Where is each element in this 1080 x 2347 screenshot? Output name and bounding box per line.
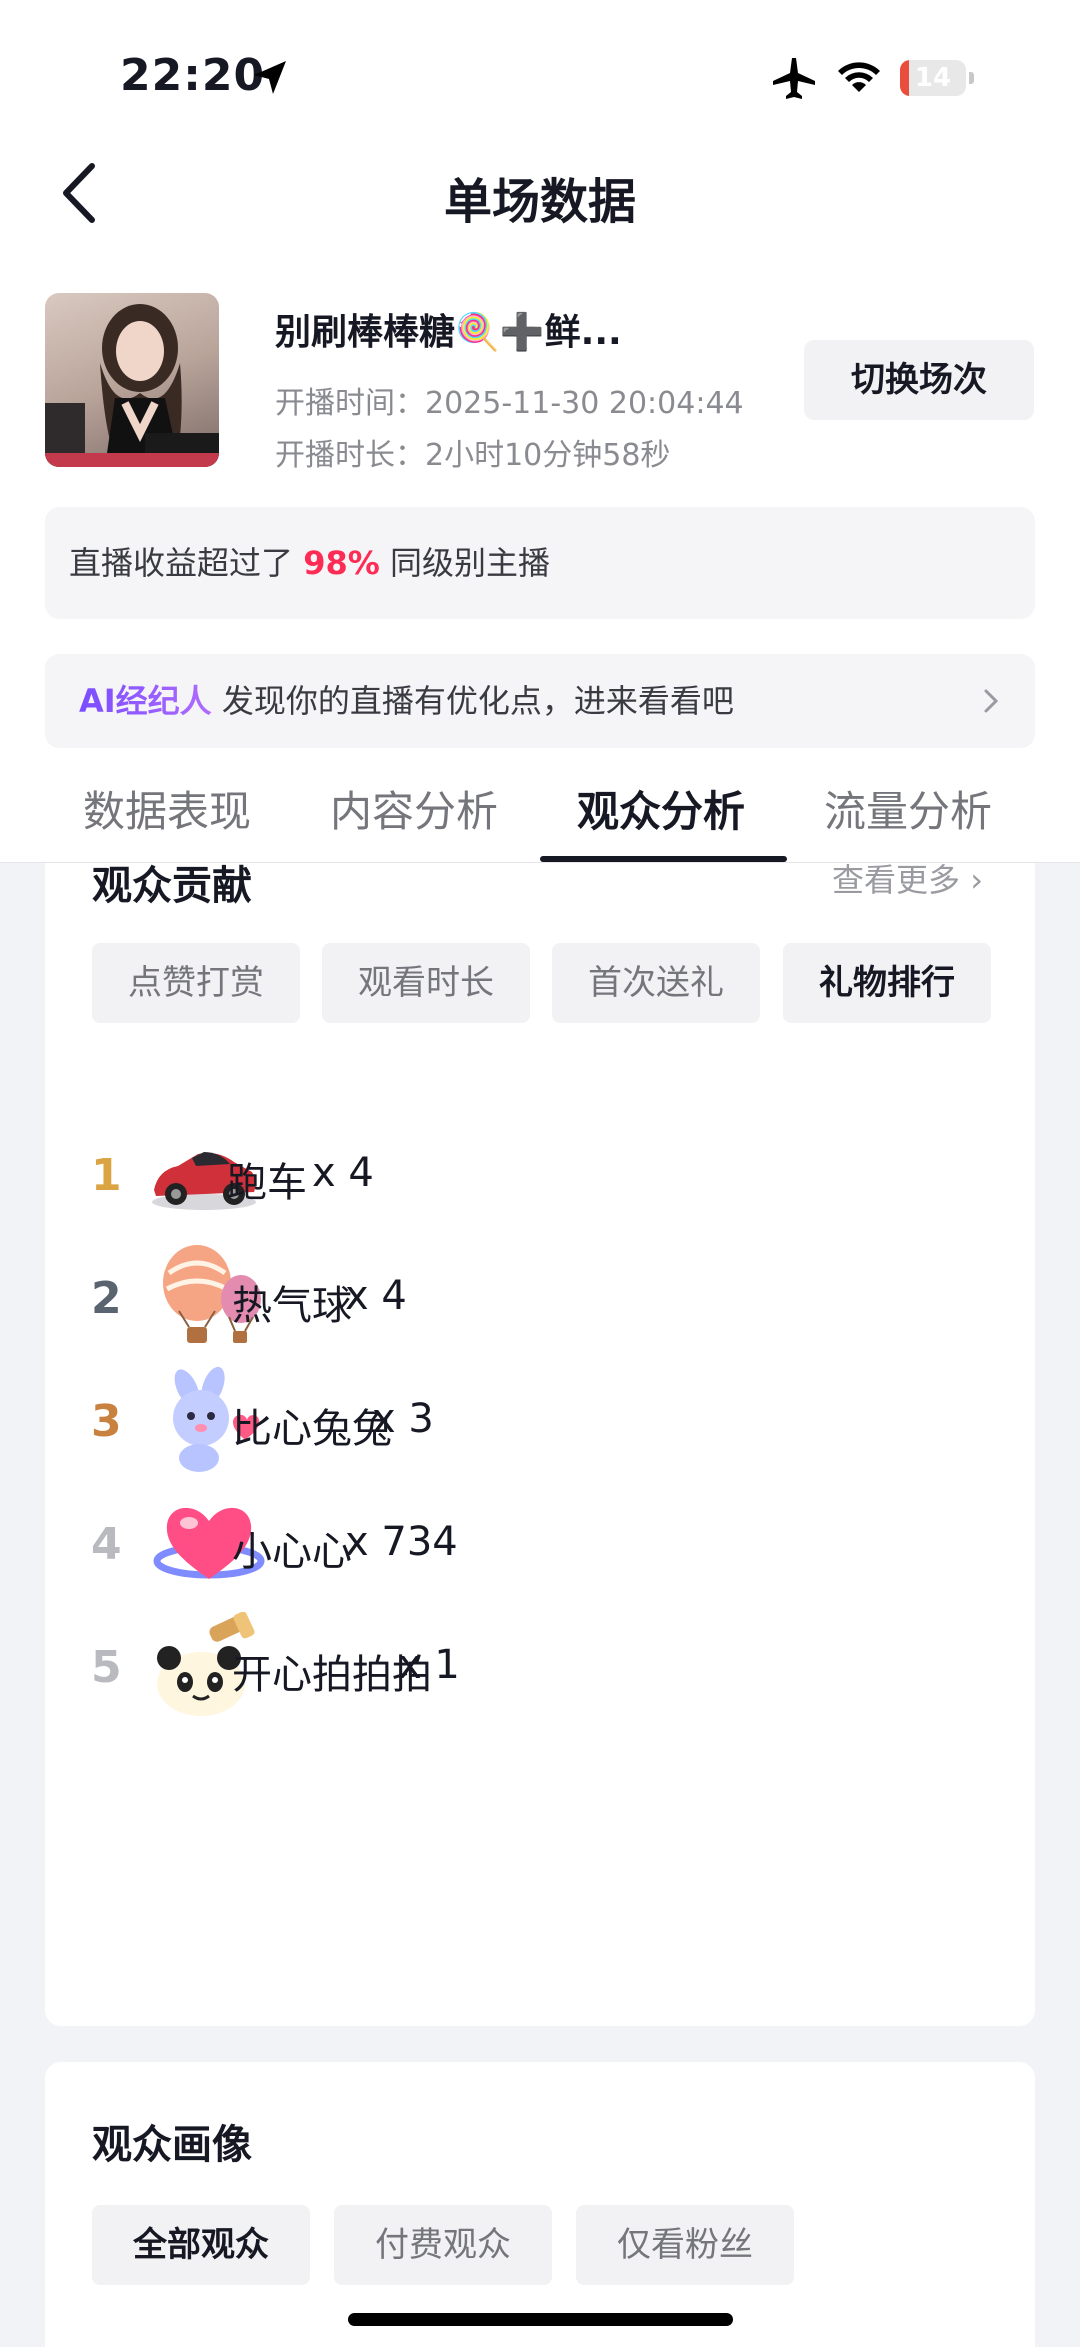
gift-name: 热气球 (232, 1283, 352, 1329)
status-bar: 22:20 14 (0, 0, 1080, 150)
session-name: 别刷棒棒糖🍭➕鲜... (275, 312, 622, 353)
streamer-avatar (45, 293, 219, 467)
ai-agent-banner[interactable]: AI经纪人 发现你的直播有优化点，进来看看吧 (45, 654, 1035, 748)
gift-rank: 4 (91, 1519, 122, 1570)
tab-traffic-analysis[interactable]: 流量分析 (824, 778, 992, 839)
earnings-rank-banner: 直播收益超过了 98% 同级别主播 (45, 507, 1035, 619)
wifi-icon (838, 62, 880, 92)
gift-count: x 3 (372, 1396, 434, 1442)
battery-indicator: 14 (900, 60, 966, 96)
audience-contribution-card: 观众贡献 查看更多 › 点赞打赏 观看时长 首次送礼 礼物排行 1 跑车 x 4… (45, 863, 1035, 2026)
active-tab-indicator (540, 856, 787, 862)
location-arrow-icon (254, 61, 286, 94)
gift-name: 比心兔兔 (232, 1406, 392, 1452)
see-more-label: 查看更多 (832, 863, 961, 899)
gift-rank: 5 (91, 1642, 122, 1693)
avatar-illustration (45, 304, 219, 467)
rank-suffix: 同级别主播 (379, 544, 550, 582)
airplane-mode-icon (773, 58, 815, 99)
rank-prefix: 直播收益超过了 (69, 544, 304, 582)
tab-data-performance[interactable]: 数据表现 (83, 778, 251, 839)
gift-rank: 2 (91, 1273, 122, 1324)
tab-content-analysis[interactable]: 内容分析 (330, 778, 498, 839)
chip-watch-time[interactable]: 观看时长 (322, 943, 530, 1023)
gift-count: x 4 (345, 1273, 407, 1319)
gift-row: 5 开心拍拍拍 x 1 (45, 1602, 1035, 1742)
gift-row: 4 小心心 x 734 (45, 1479, 1035, 1619)
status-time: 22:20 (120, 50, 266, 101)
session-duration: 开播时长：2小时10分钟58秒 (275, 438, 671, 473)
battery-level-text: 14 (914, 63, 952, 93)
gift-row: 1 跑车 x 4 (45, 1110, 1035, 1250)
ai-agent-text: 发现你的直播有优化点，进来看看吧 (211, 682, 734, 720)
chip-likes-tips[interactable]: 点赞打赏 (92, 943, 300, 1023)
page-title: 单场数据 (443, 174, 636, 230)
gift-rank: 3 (91, 1396, 122, 1447)
chip-first-gift[interactable]: 首次送礼 (552, 943, 760, 1023)
chip-gift-ranking[interactable]: 礼物排行 (783, 943, 991, 1023)
gift-row: 2 热气球 x 4 (45, 1233, 1035, 1373)
analysis-tabs: 数据表现 内容分析 观众分析 流量分析 (0, 760, 1080, 863)
chip-paying-audience[interactable]: 付费观众 (334, 2205, 552, 2285)
gift-name: 跑车 (227, 1160, 307, 1206)
chip-all-audience[interactable]: 全部观众 (92, 2205, 310, 2285)
see-more-link[interactable]: 查看更多 › (832, 863, 983, 901)
switch-session-button[interactable]: 切换场次 (804, 340, 1034, 420)
gift-count: x 4 (312, 1150, 374, 1196)
nav-bar: 单场数据 (0, 150, 1080, 280)
gift-count: x 1 (398, 1642, 460, 1688)
tab-audience-analysis[interactable]: 观众分析 (577, 778, 745, 839)
audience-portrait-card: 观众画像 全部观众 付费观众 仅看粉丝 (45, 2062, 1035, 2347)
contribution-title: 观众贡献 (92, 863, 252, 909)
gift-row: 3 比心兔兔 x 3 (45, 1356, 1035, 1496)
portrait-title: 观众画像 (92, 2122, 252, 2168)
gift-name: 小心心 (232, 1529, 352, 1575)
gift-rank: 1 (91, 1150, 122, 1201)
chevron-right-icon (984, 689, 999, 713)
gift-count: x 734 (345, 1519, 458, 1565)
rank-percent: 98% (303, 544, 380, 582)
battery-tip (969, 72, 974, 84)
home-indicator (348, 2313, 733, 2326)
ai-agent-tag: AI经纪人 (79, 682, 212, 720)
session-start-time: 开播时间：2025-11-30 20:04:44 (275, 386, 744, 421)
chip-fans-only[interactable]: 仅看粉丝 (576, 2205, 794, 2285)
